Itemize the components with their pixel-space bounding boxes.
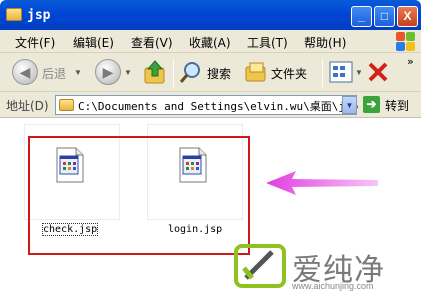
views-dropdown-icon[interactable]: ▼	[355, 68, 363, 77]
folders-button-label[interactable]: 文件夹	[271, 65, 307, 82]
up-folder-icon[interactable]	[143, 59, 167, 85]
menu-edit[interactable]: 编辑(E)	[73, 34, 114, 51]
views-icon[interactable]	[329, 61, 353, 83]
close-button[interactable]: X	[397, 6, 418, 27]
address-input[interactable]: C:\Documents and Settings\elvin.wu\桌面\js…	[55, 95, 358, 115]
windows-logo-icon	[395, 31, 417, 52]
toolbar-separator	[173, 59, 174, 87]
toolbar-overflow-icon[interactable]: »	[407, 55, 414, 68]
window-title: jsp	[27, 8, 51, 23]
title-bar: jsp _ □ X	[0, 0, 421, 30]
watermark-logo-icon	[234, 244, 286, 288]
back-button-label[interactable]: 后退	[42, 65, 66, 82]
watermark: 爱纯净 www.aichunjing.com	[232, 240, 418, 295]
address-label: 地址(D)	[6, 99, 49, 113]
address-path[interactable]: C:\Documents and Settings\elvin.wu\桌面\js…	[78, 98, 358, 114]
go-arrow-icon[interactable]: ➔	[363, 96, 380, 113]
search-icon[interactable]	[179, 60, 203, 84]
menu-file[interactable]: 文件(F)	[15, 34, 55, 51]
forward-arrow-icon[interactable]: ▶	[95, 59, 121, 85]
address-bar: 地址(D) C:\Documents and Settings\elvin.wu…	[0, 92, 421, 118]
menu-bar: 文件(F) 编辑(E) 查看(V) 收藏(A) 工具(T) 帮助(H)	[0, 30, 421, 53]
menu-help[interactable]: 帮助(H)	[304, 34, 346, 51]
go-button-label[interactable]: 转到	[385, 97, 409, 114]
toolbar: ◀ 后退 ▼ ▶ ▼ 搜索 文件夹 ▼ »	[0, 53, 421, 92]
folders-icon[interactable]	[244, 60, 268, 84]
watermark-url: www.aichunjing.com	[292, 281, 374, 291]
annotation-arrow-icon	[266, 171, 378, 195]
folder-icon	[6, 8, 22, 21]
maximize-button[interactable]: □	[374, 6, 395, 27]
annotation-highlight-box	[28, 136, 250, 255]
forward-dropdown-icon[interactable]: ▼	[124, 68, 132, 77]
toolbar-separator	[322, 59, 323, 87]
back-arrow-icon[interactable]: ◀	[12, 59, 38, 85]
delete-icon[interactable]	[367, 61, 389, 83]
back-dropdown-icon[interactable]: ▼	[74, 68, 82, 77]
menu-view[interactable]: 查看(V)	[131, 34, 173, 51]
address-dropdown-icon[interactable]: ▼	[342, 96, 357, 114]
search-button-label[interactable]: 搜索	[207, 65, 231, 82]
menu-tools[interactable]: 工具(T)	[247, 34, 288, 51]
menu-favorites[interactable]: 收藏(A)	[189, 34, 231, 51]
folder-icon	[59, 99, 74, 111]
minimize-button[interactable]: _	[351, 6, 372, 27]
